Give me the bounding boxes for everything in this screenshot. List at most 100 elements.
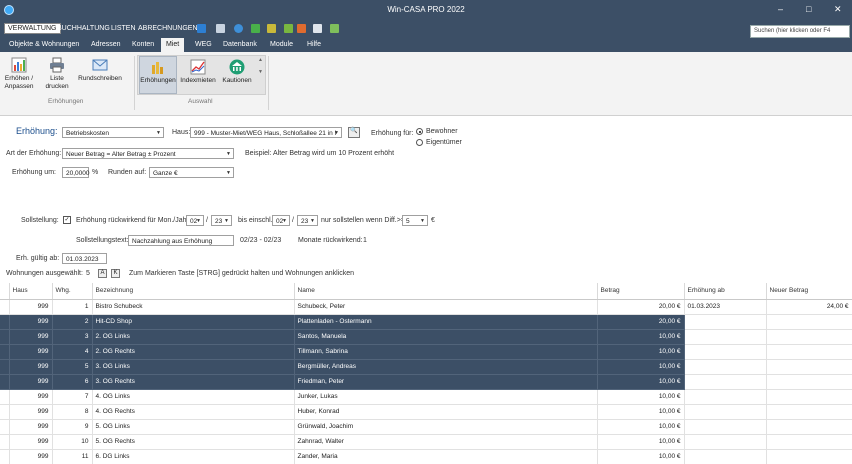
window-icon[interactable]	[313, 24, 322, 33]
document-icon[interactable]	[297, 24, 306, 33]
close-button[interactable]: ✕	[834, 4, 842, 15]
radio-eigentuemer[interactable]	[416, 139, 423, 146]
chevron-down-icon: ▼	[224, 218, 229, 224]
menu-verwaltung[interactable]: VERWALTUNG	[4, 23, 61, 34]
gallery-scroll-icon[interactable]: ▲ ▼	[258, 57, 263, 75]
chevron-down-icon: ▼	[226, 151, 231, 157]
gueltig-input[interactable]: 01.03.2023	[62, 253, 107, 264]
table-row[interactable]: 999 1 Bistro Schubeck Schubeck, Peter 20,00 …	[0, 299, 852, 315]
from-month-select[interactable]: 02 ▼	[186, 215, 204, 226]
table-row[interactable]: 999 5 3. OG Links Bergmüller, Andreas 10,00 …	[0, 359, 852, 375]
cell-name: Santos, Manuela	[294, 329, 598, 345]
slash-sep: /	[292, 217, 294, 224]
liste-drucken-button[interactable]: Liste drucken	[42, 57, 72, 91]
table-row[interactable]: 999 10 5. OG Rechts Zahnrad, Walter 10,00 €	[0, 434, 852, 450]
cell-haus: 999	[9, 344, 53, 360]
table-row[interactable]: 999 8 4. OG Rechts Huber, Konrad 10,00 €	[0, 404, 852, 420]
cell-haus: 999	[9, 419, 53, 435]
search-haus-button[interactable]: 🔍	[348, 127, 360, 138]
col-name[interactable]: Name	[294, 283, 598, 300]
erhoehen-anpassen-button[interactable]: Erhöhen / Anpassen	[3, 57, 35, 91]
table-row[interactable]: 999 6 3. OG Rechts Friedman, Peter 10,00 €	[0, 374, 852, 390]
erhoehung-select[interactable]: Betriebskosten ▼	[62, 127, 164, 138]
col-betrag[interactable]: Betrag	[597, 283, 685, 300]
cell-haus: 999	[9, 374, 53, 390]
clear-selection-button[interactable]: K	[111, 269, 120, 278]
cell-betrag: 10,00 €	[597, 389, 685, 405]
col-haus[interactable]: Haus	[9, 283, 53, 300]
search-input[interactable]: Suchen (hier klicken oder F4	[750, 25, 850, 38]
table-row[interactable]: 999 4 2. OG Rechts Tillmann, Sabrina 10,00 €	[0, 344, 852, 360]
tab-weg[interactable]: WEG	[190, 38, 217, 52]
row-indicator	[0, 374, 10, 390]
gallery-kautionen[interactable]: Kautionen	[219, 59, 255, 85]
cell-bezeichnung: 3. OG Rechts	[92, 374, 295, 390]
cell-betrag: 10,00 €	[597, 374, 685, 390]
cell-haus: 999	[9, 314, 53, 330]
row-indicator	[0, 314, 10, 330]
cell-erhoehung-ab	[684, 449, 767, 464]
to-year-select[interactable]: 23 ▼	[297, 215, 318, 226]
liste-drucken-label: Liste drucken	[45, 75, 69, 90]
col-bezeichnung[interactable]: Bezeichnung	[92, 283, 295, 300]
tab-objekte[interactable]: Objekte & Wohnungen	[4, 38, 84, 52]
bis-label: bis einschl.	[238, 217, 273, 224]
menu-abrechnungen[interactable]: ABRECHNUNGEN	[135, 24, 201, 33]
slash-sep: /	[206, 217, 208, 224]
globe-icon[interactable]	[234, 24, 243, 33]
col-whg[interactable]: Whg.	[52, 283, 93, 300]
table-row[interactable]: 999 9 5. OG Links Grünwald, Joachim 10,00 €	[0, 419, 852, 435]
table-row[interactable]: 999 3 2. OG Links Santos, Manuela 10,00 €	[0, 329, 852, 345]
menu-listen[interactable]: LISTEN	[108, 24, 139, 33]
percent-label: %	[92, 169, 99, 176]
calculator-icon[interactable]	[330, 24, 339, 33]
table-row[interactable]: 999 7 4. OG Links Junker, Lukas 10,00 €	[0, 389, 852, 405]
list-icon[interactable]	[267, 24, 276, 33]
art-select-value: Neuer Betrag = Alter Betrag ± Prozent	[66, 150, 176, 158]
runden-select-value: Ganze €	[153, 169, 178, 177]
tab-konten[interactable]: Konten	[127, 38, 159, 52]
cell-name: Zander, Maria	[294, 449, 598, 464]
menu-buchhaltung[interactable]: BUCHHALTUNG	[54, 24, 113, 33]
col-erhoehung-ab[interactable]: Erhöhung ab	[684, 283, 767, 300]
menu-bar: VERWALTUNG BUCHHALTUNG LISTEN ABRECHNUNG…	[0, 21, 852, 38]
tab-adressen[interactable]: Adressen	[86, 38, 126, 52]
cell-name: Huber, Konrad	[294, 404, 598, 420]
from-year-select[interactable]: 23 ▼	[211, 215, 232, 226]
cell-haus: 999	[9, 389, 53, 405]
diff-select[interactable]: 5 ▼	[402, 215, 428, 226]
sollstellungstext-input[interactable]: Nachzahlung aus Erhöhung	[128, 235, 234, 246]
minimize-button[interactable]: –	[778, 4, 783, 14]
rueckwirkend-checkbox[interactable]: ✓	[63, 216, 71, 224]
title-bar: Win-CASA PRO 2022 – □ ✕	[0, 0, 852, 21]
ribbon-tabs: Objekte & Wohnungen Adressen Konten Miet…	[0, 38, 852, 52]
ledger-icon[interactable]	[284, 24, 293, 33]
tab-miet[interactable]: Miet	[161, 38, 185, 52]
erhoehung-um-input[interactable]: 20,0000	[62, 167, 90, 178]
tab-module[interactable]: Module	[265, 38, 298, 52]
gallery-erhoehungen[interactable]: Erhöhungen	[139, 59, 177, 85]
table-row[interactable]: 999 2 Hit-CD Shop Plattenladen - Ostermann 2…	[0, 314, 852, 330]
to-month-select[interactable]: 02 ▼	[272, 215, 290, 226]
gallery-indexmieten[interactable]: Indexmieten	[178, 59, 218, 85]
cell-whg: 4	[52, 344, 93, 360]
haus-select[interactable]: 999 - Muster-Miet/WEG Haus, Schloßallee …	[190, 127, 342, 138]
table-row[interactable]: 999 11 6. DG Links Zander, Maria 10,00 €	[0, 449, 852, 464]
cell-whg: 3	[52, 329, 93, 345]
maximize-button[interactable]: □	[806, 4, 811, 14]
mail-icon[interactable]	[216, 24, 225, 33]
tab-hilfe[interactable]: Hilfe	[302, 38, 326, 52]
rundschreiben-button[interactable]: Rundschreiben	[78, 57, 122, 83]
runden-select[interactable]: Ganze € ▼	[149, 167, 234, 178]
gallery-erhoehungen-label: Erhöhungen	[140, 77, 176, 84]
select-all-button[interactable]: A	[98, 269, 107, 278]
text-tool-icon[interactable]	[197, 24, 206, 33]
cell-whg: 10	[52, 434, 93, 450]
art-select[interactable]: Neuer Betrag = Alter Betrag ± Prozent ▼	[62, 148, 234, 159]
tab-datenbank[interactable]: Datenbank	[218, 38, 262, 52]
radio-bewohner[interactable]	[416, 128, 423, 135]
chevron-down-icon: ▼	[196, 218, 201, 224]
col-neuer-betrag[interactable]: Neuer Betrag	[766, 283, 852, 300]
row-indicator	[0, 344, 10, 360]
download-icon[interactable]	[251, 24, 260, 33]
